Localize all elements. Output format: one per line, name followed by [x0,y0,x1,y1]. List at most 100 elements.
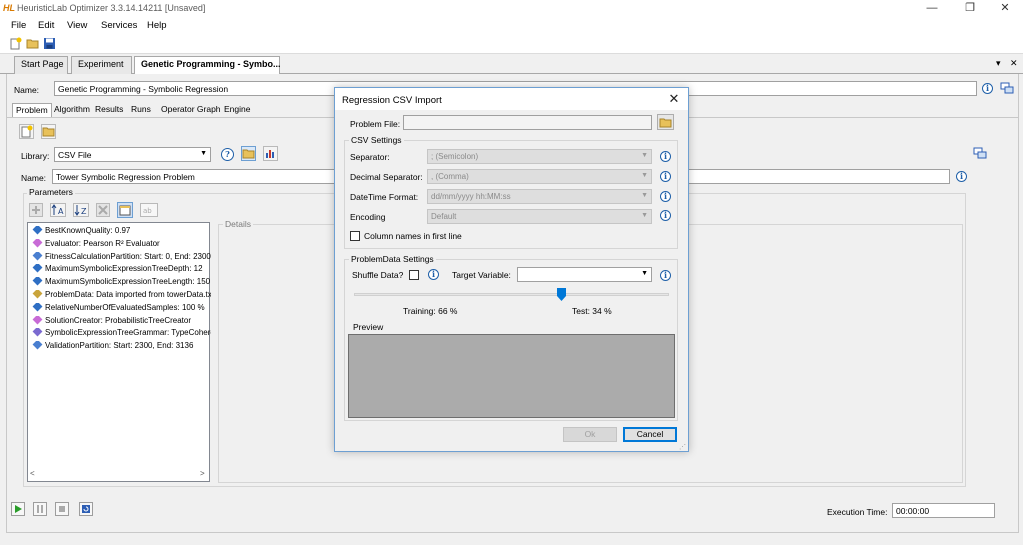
tab-algorithm[interactable]: Algorithm [51,103,93,117]
parameter-item[interactable]: SolutionCreator: ProbabilisticTreeCreato… [31,315,211,329]
info-icon[interactable]: i [660,191,671,202]
chevron-down-icon: ▼ [641,152,648,159]
chevron-down-icon: ▼ [641,192,648,199]
encoding-value: Default [431,212,457,221]
training-test-slider[interactable] [354,288,669,306]
svg-text:A: A [58,207,64,216]
reset-button[interactable] [79,502,93,516]
tab-problem[interactable]: Problem [12,103,52,117]
encoding-select[interactable]: Default ▼ [427,209,652,224]
info-icon[interactable]: i [660,151,671,162]
menu-services[interactable]: Services [101,20,137,31]
library-select[interactable]: CSV File ▼ [54,147,211,162]
detach-icon[interactable] [973,147,987,159]
tab-engine[interactable]: Engine [221,103,253,117]
show-hidden-parameters-button[interactable] [117,202,133,218]
tab-genetic-programming[interactable]: Genetic Programming - Symbo... [134,56,281,75]
datetime-format-select[interactable]: dd/mm/yyyy hh:MM:ss ▼ [427,189,652,204]
scroll-left-icon[interactable]: < [30,469,35,478]
play-icon [15,505,22,513]
cancel-button[interactable]: Cancel [623,427,677,442]
parameter-item[interactable]: MaximumSymbolicExpressionTreeDepth: 12 [31,264,211,277]
tab-label: Genetic Programming - Symbo... [141,59,281,69]
tab-experiment[interactable]: Experiment [71,56,132,74]
parameter-item[interactable]: ProblemData: Data imported from towerDat… [31,290,211,303]
new-file-icon [21,125,33,138]
tab-results[interactable]: Results [92,103,126,117]
parameter-label: ValidationPartition: Start: 2300, End: 3… [45,341,194,351]
parameter-item[interactable]: Evaluator: Pearson R² Evaluator [31,238,211,252]
problem-file-label: Problem File: [350,119,401,129]
problem-file-field[interactable] [403,115,652,130]
chart-problem-button[interactable] [263,146,278,161]
info-icon[interactable]: i [660,210,671,221]
open-problem-button[interactable] [41,124,56,139]
detach-icon[interactable] [1000,82,1014,94]
target-variable-select[interactable]: ▼ [517,267,652,282]
decimal-separator-label: Decimal Separator: [350,172,423,182]
open-folder-icon[interactable] [26,37,39,50]
parameter-item[interactable]: FitnessCalculationPartition: Start: 0, E… [31,251,211,265]
start-button[interactable] [11,502,25,516]
separator-select[interactable]: ; (Semicolon) ▼ [427,149,652,164]
sort-descending-button[interactable]: Z [73,203,89,217]
maximize-button[interactable]: ❐ [961,2,979,15]
tab-operator-graph[interactable]: Operator Graph [158,103,224,117]
svg-text:ab: ab [143,207,152,215]
info-icon[interactable]: i [660,171,671,182]
parameter-icon [32,277,43,286]
menu-view[interactable]: View [67,20,87,31]
decimal-separator-value: , (Comma) [431,172,469,181]
parameter-item[interactable]: ValidationPartition: Start: 2300, End: 3… [31,341,211,354]
tab-dropdown-icon[interactable]: ▾ [996,58,1001,69]
parameter-item[interactable]: RelativeNumberOfEvaluatedSamples: 100 % [31,302,211,316]
chart-icon [266,150,274,158]
info-icon[interactable]: i [660,270,671,281]
parameter-label: Evaluator: Pearson R² Evaluator [45,238,160,248]
separator-value: ; (Semicolon) [431,152,479,161]
parameter-label: RelativeNumberOfEvaluatedSamples: 100 % [45,302,205,312]
column-names-checkbox[interactable] [350,231,360,241]
sort-ascending-button[interactable]: A [50,203,66,217]
info-icon[interactable]: i [982,83,993,94]
new-problem-button[interactable] [19,124,34,139]
parameter-item[interactable]: MaximumSymbolicExpressionTreeLength: 150 [31,277,211,290]
import-problem-button[interactable] [241,146,256,161]
minimize-button[interactable]: — [923,2,941,15]
dialog-close-button[interactable]: ✕ [666,91,682,107]
browse-file-button[interactable] [657,114,674,130]
pause-button[interactable] [33,502,47,516]
parameter-item[interactable]: SymbolicExpressionTreeGrammar: TypeCoher… [31,328,211,341]
slider-thumb[interactable] [557,288,567,301]
add-parameter-button[interactable] [29,203,43,217]
menu-file[interactable]: File [11,20,26,31]
tab-close-icon[interactable]: ✕ [1010,58,1018,69]
tab-start-page[interactable]: Start Page [14,56,68,74]
text-parameter-button[interactable]: ab [140,203,158,217]
remove-parameter-button[interactable] [96,203,110,217]
tab-runs[interactable]: Runs [128,103,154,117]
menu-help[interactable]: Help [147,20,167,31]
menu-bar: File Edit View Services Help [0,17,1023,34]
parameter-item[interactable]: BestKnownQuality: 0.97 [31,226,211,239]
parameter-label: SymbolicExpressionTreeGrammar: TypeCoher… [45,328,211,338]
name-label: Name: [14,85,40,95]
shuffle-data-checkbox[interactable] [409,270,419,280]
resize-grip-icon[interactable]: ⋰ [679,443,686,451]
save-icon[interactable] [43,37,56,50]
column-names-label: Column names in first line [364,231,462,241]
chevron-down-icon: ▼ [641,270,648,277]
ok-button[interactable]: Ok [563,427,617,442]
info-icon[interactable]: i [956,171,967,182]
menu-edit[interactable]: Edit [38,20,54,31]
help-icon[interactable]: ? [221,148,234,161]
decimal-separator-select[interactable]: , (Comma) ▼ [427,169,652,184]
stop-button[interactable] [55,502,69,516]
info-icon[interactable]: i [428,269,439,280]
open-folder-icon [659,118,672,128]
new-file-icon[interactable] [9,37,22,50]
scroll-right-icon[interactable]: > [200,469,205,478]
close-window-button[interactable]: ✕ [996,2,1014,15]
app-logo: HL [3,3,15,13]
parameter-icon [32,328,43,337]
